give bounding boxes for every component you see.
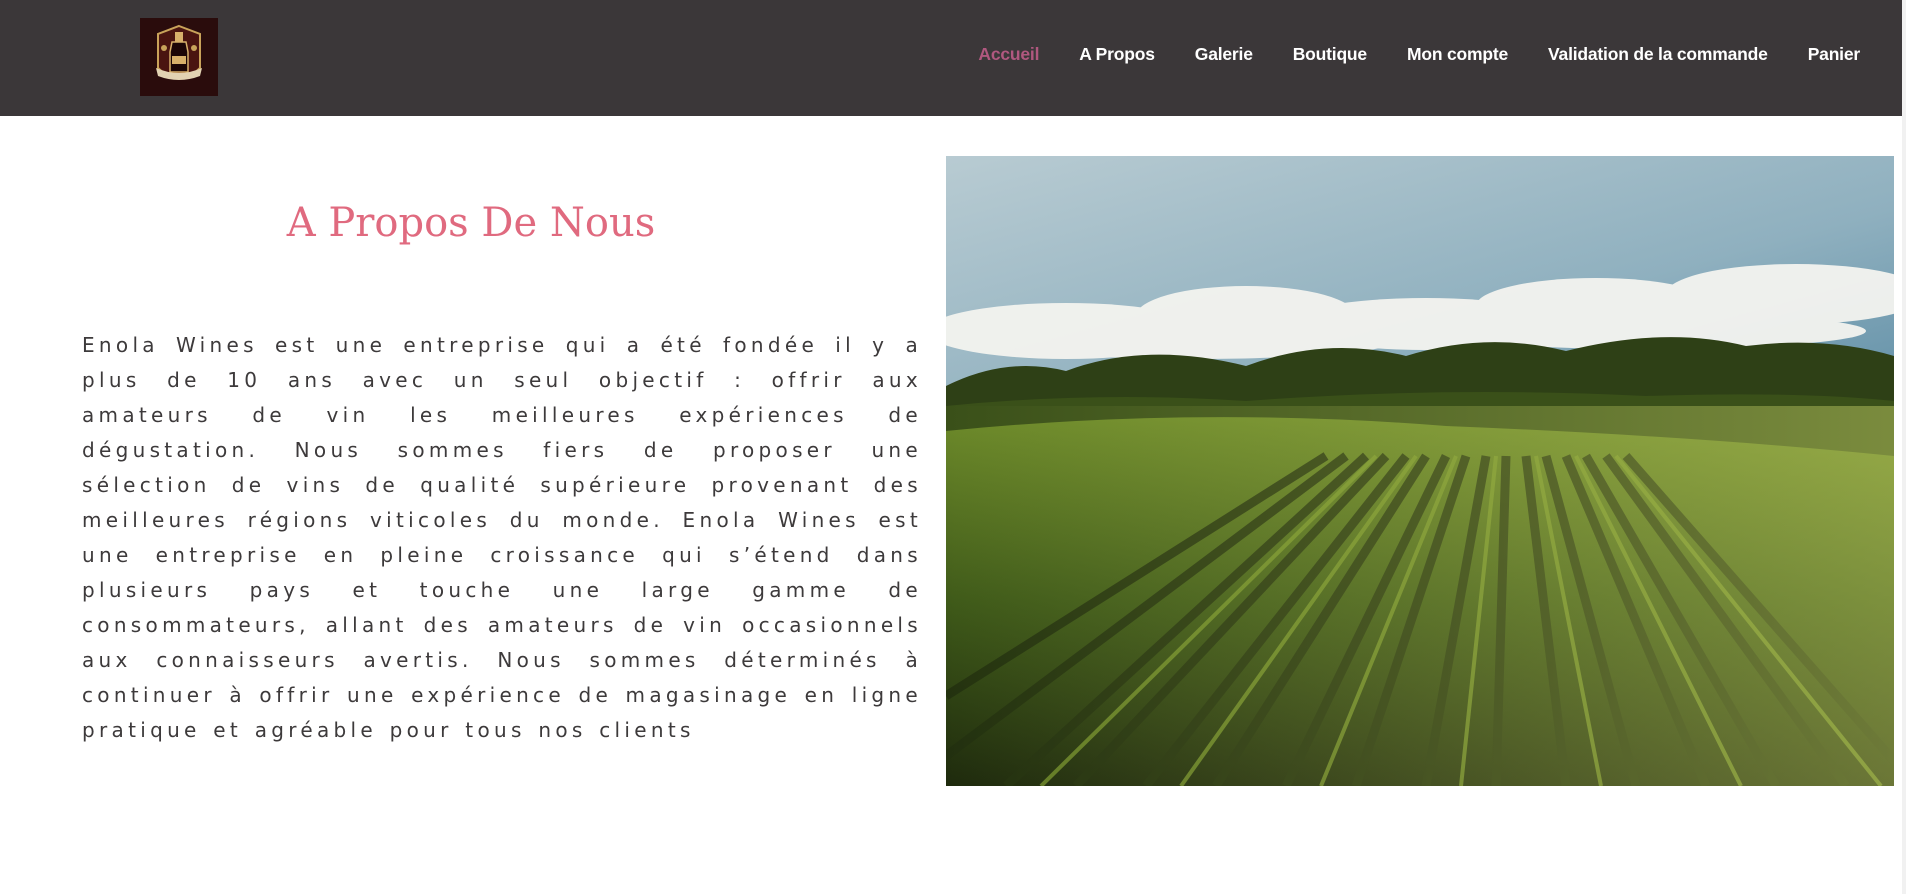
nav-item-boutique[interactable]: Boutique [1293, 44, 1367, 65]
vineyard-image [946, 156, 1894, 786]
wine-bottle-logo-icon [140, 18, 218, 96]
about-title: A Propos De Nous [286, 200, 656, 246]
nav-item-galerie[interactable]: Galerie [1195, 44, 1253, 65]
nav-item-a-propos[interactable]: A Propos [1079, 44, 1155, 65]
nav-item-accueil[interactable]: Accueil [978, 44, 1039, 65]
site-header: Accueil A Propos Galerie Boutique Mon co… [0, 0, 1902, 116]
nav-item-panier[interactable]: Panier [1808, 44, 1861, 65]
about-body-text: Enola Wines est une entreprise qui a été… [82, 333, 922, 742]
nav-item-validation-commande[interactable]: Validation de la commande [1548, 44, 1768, 65]
site-logo[interactable] [140, 18, 218, 96]
window-scrollbar[interactable] [1902, 0, 1906, 894]
main-nav: Accueil A Propos Galerie Boutique Mon co… [978, 44, 1860, 65]
nav-item-mon-compte[interactable]: Mon compte [1407, 44, 1508, 65]
